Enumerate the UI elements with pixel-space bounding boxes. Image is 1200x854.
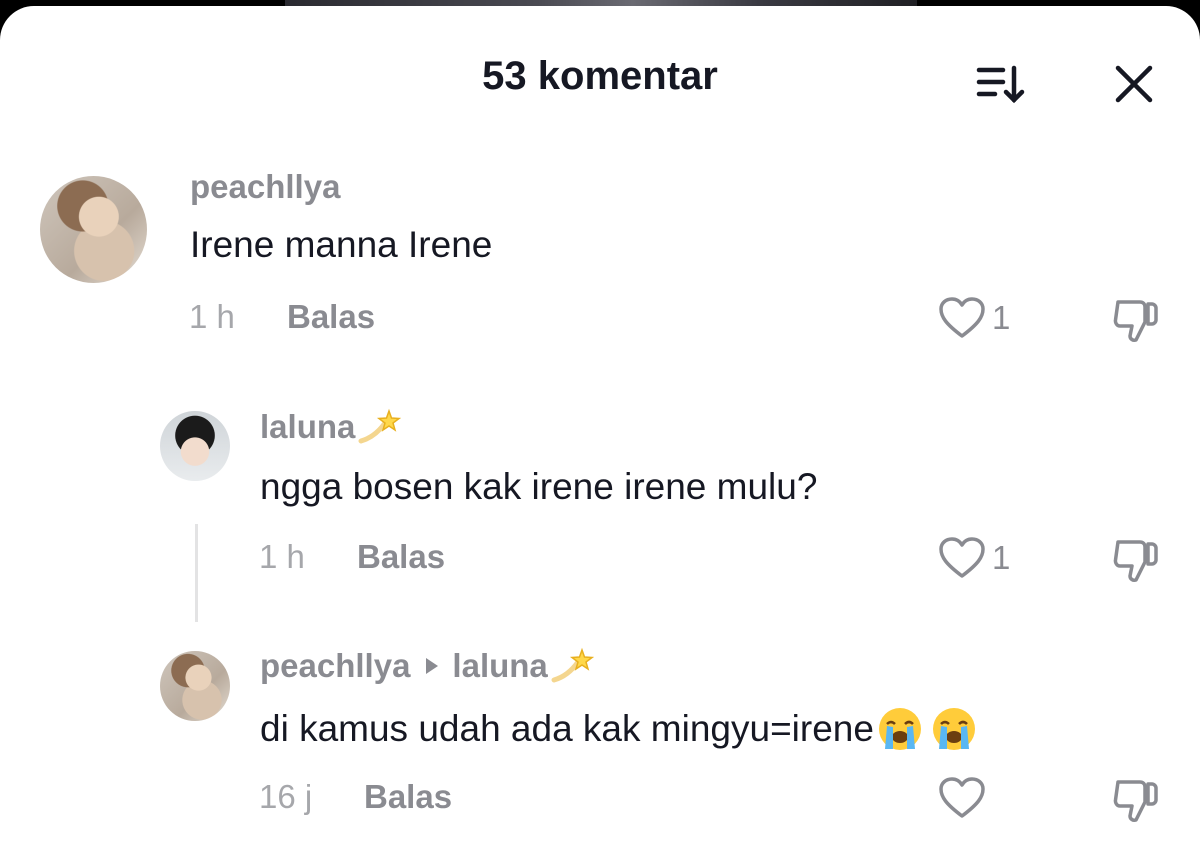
like-button[interactable] xyxy=(938,776,992,820)
dislike-button[interactable] xyxy=(1110,536,1160,589)
thumbs-down-icon xyxy=(1113,780,1158,822)
crying-face-emoji-icon xyxy=(878,708,921,750)
reply-to-label[interactable]: laluna xyxy=(452,647,547,685)
comment-username[interactable]: peachllya laluna xyxy=(260,646,594,686)
comment-username[interactable]: peachllya xyxy=(190,168,340,206)
reply-arrow-icon xyxy=(426,658,439,674)
sort-button[interactable] xyxy=(970,60,1030,108)
dizzy-emoji-icon xyxy=(551,647,594,683)
dizzy-emoji-icon xyxy=(358,408,402,444)
thread-divider xyxy=(195,524,198,622)
heart-icon xyxy=(939,537,985,578)
comment-text: di kamus udah ada kak mingyu=irene xyxy=(260,705,978,753)
like-button[interactable]: 1 xyxy=(938,536,1010,580)
thumbs-down-icon xyxy=(1113,300,1158,342)
dislike-button[interactable] xyxy=(1110,776,1160,829)
comment-text: ngga bosen kak irene irene mulu? xyxy=(260,466,818,507)
avatar[interactable] xyxy=(160,651,230,721)
close-button[interactable] xyxy=(1108,58,1160,110)
like-count: 1 xyxy=(992,299,1011,336)
thumbs-down-icon xyxy=(1113,540,1158,582)
username-label: peachllya xyxy=(260,647,411,684)
close-icon xyxy=(1115,65,1153,103)
comments-sheet: 53 komentar peachllya Irene manna Irene … xyxy=(0,6,1200,854)
avatar[interactable] xyxy=(40,176,147,283)
comment-time: 1 h xyxy=(259,538,305,575)
dislike-button[interactable] xyxy=(1110,296,1160,349)
reply-button[interactable]: Balas xyxy=(357,538,445,576)
crying-face-emoji-icon xyxy=(932,708,975,750)
comment-text-label: di kamus udah ada kak mingyu=irene xyxy=(260,708,874,749)
heart-icon xyxy=(939,297,985,338)
comment-time: 16 j xyxy=(259,778,313,815)
comment-text: Irene manna Irene xyxy=(190,224,493,265)
heart-icon xyxy=(939,777,985,818)
reply-button[interactable]: Balas xyxy=(287,298,375,336)
comment-time: 1 h xyxy=(189,298,235,335)
reply-button[interactable]: Balas xyxy=(364,778,452,816)
like-button[interactable]: 1 xyxy=(938,296,1010,340)
sort-icon xyxy=(976,65,1025,104)
username-label: laluna xyxy=(260,408,356,445)
comment-username[interactable]: laluna xyxy=(260,407,402,447)
like-count: 1 xyxy=(992,539,1011,576)
avatar[interactable] xyxy=(160,411,230,481)
